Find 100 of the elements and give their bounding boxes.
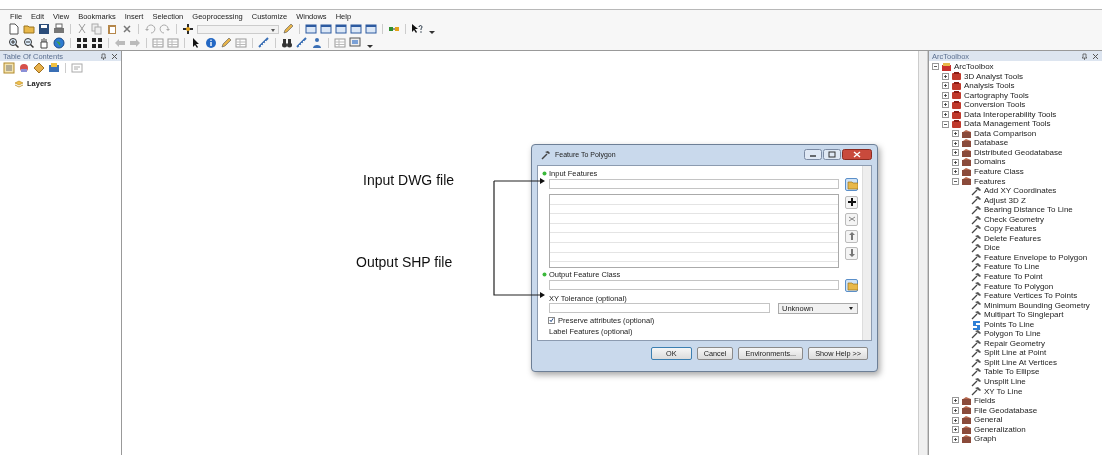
- binoculars-icon[interactable]: [281, 37, 293, 49]
- expand-icon[interactable]: [942, 101, 949, 109]
- tree-item[interactable]: Minimum Bounding Geometry: [984, 300, 1090, 311]
- checkbox[interactable]: [548, 316, 555, 324]
- scrollbar[interactable]: [862, 165, 871, 341]
- drawing-order-icon[interactable]: [18, 62, 30, 74]
- tree-item[interactable]: Bearing Distance To Line: [984, 205, 1073, 215]
- tree-item[interactable]: Multipart To Singlepart: [984, 310, 1064, 320]
- tree-item[interactable]: Feature Class: [974, 167, 1024, 177]
- tree-item[interactable]: Split Line At Vertices: [984, 357, 1057, 368]
- globe-icon[interactable]: [53, 37, 65, 49]
- tree-item[interactable]: Copy Features: [984, 224, 1037, 234]
- tree-item[interactable]: File Geodatabase: [974, 405, 1038, 416]
- zoom-out-icon[interactable]: [23, 37, 35, 49]
- input-field[interactable]: [549, 179, 839, 190]
- expand-icon[interactable]: [952, 426, 959, 434]
- save-icon[interactable]: [38, 23, 50, 35]
- tree-item[interactable]: Points To Line: [984, 319, 1035, 330]
- printer-icon[interactable]: [53, 23, 65, 35]
- tree-item[interactable]: Data Comparison: [974, 128, 1037, 139]
- delete-icon[interactable]: [121, 23, 133, 35]
- expand-icon[interactable]: [952, 435, 959, 443]
- layout-icon[interactable]: [349, 37, 361, 49]
- tree-item[interactable]: Data Interoperability Tools: [964, 109, 1057, 120]
- pin-icon[interactable]: [1081, 52, 1088, 60]
- expand-icon[interactable]: [942, 111, 949, 118]
- expand-icon[interactable]: [952, 149, 959, 157]
- close-icon[interactable]: [1092, 52, 1099, 60]
- tree-item[interactable]: General: [974, 415, 1003, 425]
- select-icon[interactable]: [190, 37, 202, 49]
- fixed-zoom-icon[interactable]: [91, 37, 103, 49]
- tree-item[interactable]: Data Management Tools: [964, 119, 1051, 129]
- close-icon[interactable]: [111, 52, 118, 60]
- minimize-icon[interactable]: [804, 149, 822, 161]
- plus-button[interactable]: [845, 195, 858, 209]
- maximize-icon[interactable]: [823, 149, 841, 161]
- expand-icon[interactable]: [942, 82, 949, 90]
- tree-item[interactable]: Unsplit Line: [984, 377, 1026, 387]
- tree-item[interactable]: Feature Envelope to Polygon: [984, 252, 1088, 263]
- dropdown-arrow-icon[interactable]: [270, 26, 276, 33]
- down-arrow-button[interactable]: [845, 246, 858, 260]
- tree-item[interactable]: Add XY Coordinates: [984, 186, 1057, 196]
- expand-icon[interactable]: [952, 139, 959, 147]
- input-field[interactable]: [549, 303, 770, 314]
- expand-icon[interactable]: [952, 158, 959, 166]
- tree-item[interactable]: Table To Ellipse: [984, 367, 1040, 378]
- selection-list-icon[interactable]: [48, 62, 60, 74]
- fixed-zoom-icon[interactable]: [76, 37, 88, 49]
- tree-item[interactable]: Analysis Tools: [964, 81, 1015, 91]
- tree-item[interactable]: Split Line at Point: [984, 348, 1047, 358]
- collapse-icon[interactable]: [942, 120, 949, 128]
- window-icon[interactable]: [335, 23, 347, 35]
- help-pointer-icon[interactable]: [411, 23, 423, 35]
- tree-item[interactable]: Feature Vertices To Points: [984, 291, 1078, 301]
- tree-item[interactable]: Generalization: [974, 424, 1026, 435]
- measure-icon[interactable]: [258, 37, 270, 49]
- tree-item[interactable]: Distributed Geodatabase: [974, 147, 1063, 158]
- tree-item[interactable]: Feature To Polygon: [984, 281, 1054, 292]
- tree-item[interactable]: Adjust 3D Z: [984, 195, 1026, 206]
- tree-item[interactable]: Cartography Tools: [964, 90, 1029, 101]
- expand-icon[interactable]: [942, 91, 949, 99]
- expand-icon[interactable]: [952, 130, 959, 138]
- clipboard-icon[interactable]: [106, 23, 118, 35]
- browse-button[interactable]: [845, 278, 858, 292]
- expand-icon[interactable]: [942, 72, 949, 80]
- zoom-in-icon[interactable]: [8, 37, 20, 49]
- up-arrow-button[interactable]: [845, 229, 858, 243]
- pin-icon[interactable]: [100, 52, 107, 60]
- tree-item[interactable]: Domains: [974, 157, 1006, 168]
- panel-scrollbar[interactable]: [918, 51, 928, 455]
- tree-item[interactable]: Feature To Point: [984, 272, 1043, 282]
- tree-item[interactable]: ArcToolbox: [954, 62, 994, 72]
- person-icon[interactable]: [311, 37, 323, 49]
- window-icon[interactable]: [305, 23, 317, 35]
- collapse-icon[interactable]: [952, 177, 959, 185]
- tree-item[interactable]: Features: [974, 176, 1006, 187]
- tree-item[interactable]: Delete Features: [984, 233, 1041, 244]
- tree-item[interactable]: Dice: [984, 243, 1000, 253]
- tree-item[interactable]: Fields: [974, 396, 996, 406]
- tree-item[interactable]: Polygon To Line: [984, 329, 1041, 339]
- window-icon[interactable]: [365, 23, 377, 35]
- tree-item[interactable]: Feature To Line: [984, 262, 1040, 273]
- tree-item[interactable]: 3D Analyst Tools: [964, 71, 1023, 82]
- collapse-icon[interactable]: [932, 63, 939, 71]
- window-icon[interactable]: [320, 23, 332, 35]
- input-field[interactable]: [549, 280, 839, 291]
- expand-icon[interactable]: [952, 416, 959, 424]
- expand-icon[interactable]: [952, 168, 959, 176]
- info-icon[interactable]: [205, 37, 217, 49]
- tree-item[interactable]: Check Geometry: [984, 214, 1045, 225]
- measure-icon[interactable]: [296, 37, 308, 49]
- add-data-icon[interactable]: [182, 23, 194, 35]
- tree-item[interactable]: Conversion Tools: [964, 100, 1026, 110]
- window-icon[interactable]: [350, 23, 362, 35]
- expand-icon[interactable]: [952, 397, 959, 405]
- expand-icon[interactable]: [952, 406, 959, 414]
- tree-item[interactable]: XY To Line: [984, 386, 1023, 397]
- tree-item[interactable]: Database: [974, 138, 1009, 148]
- close-icon[interactable]: [842, 149, 872, 161]
- tree-item[interactable]: Graph: [974, 434, 997, 444]
